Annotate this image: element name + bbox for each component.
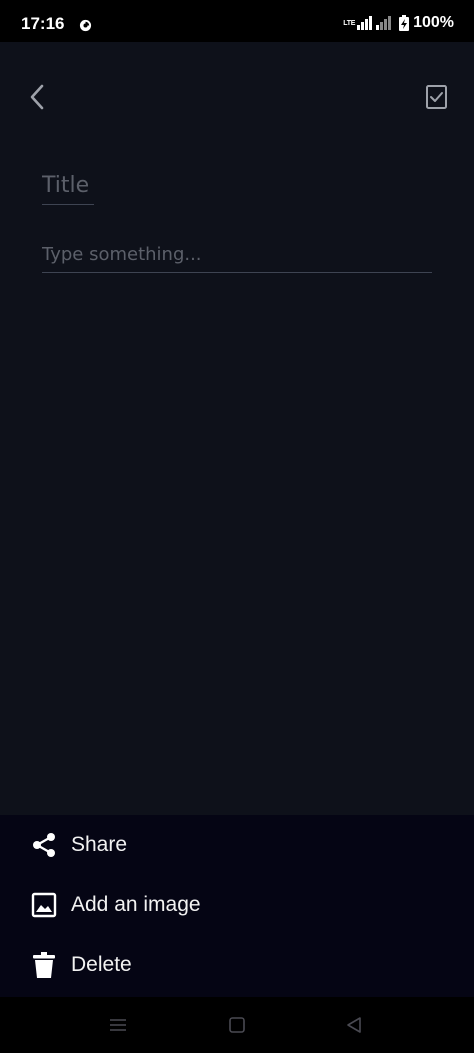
recents-icon [110, 1019, 126, 1031]
system-back-button[interactable] [340, 1011, 368, 1039]
delete-label: Delete [71, 953, 132, 976]
recents-button[interactable] [104, 1011, 132, 1039]
action-sheet: Share Add an image Delete [0, 815, 474, 997]
add-image-button[interactable]: Add an image [0, 876, 474, 934]
battery-charging-icon [399, 15, 410, 31]
share-label: Share [71, 833, 128, 856]
system-nav-bar [0, 997, 474, 1053]
status-bar: 17:16 LTE 100% [0, 0, 474, 42]
network-type: LTE [343, 19, 356, 27]
back-button[interactable] [22, 80, 52, 114]
share-button[interactable]: Share [0, 816, 474, 874]
signal-weak-icon [376, 16, 392, 30]
note-body-input[interactable] [42, 236, 432, 273]
battery-percent: 100% [413, 14, 454, 31]
share-icon [30, 831, 58, 859]
add-image-label: Add an image [71, 893, 201, 916]
home-button[interactable] [223, 1011, 251, 1039]
checkbox-check-icon [426, 85, 447, 109]
title-input[interactable] [42, 166, 94, 205]
toolbar [0, 42, 474, 132]
back-icon [347, 1017, 361, 1033]
image-icon [30, 891, 58, 919]
done-button[interactable] [421, 80, 453, 114]
status-indicators: LTE 100% [343, 14, 454, 32]
trash-icon [30, 951, 58, 979]
home-icon [229, 1017, 245, 1033]
data-saver-icon [79, 19, 92, 32]
delete-button[interactable]: Delete [0, 936, 474, 994]
status-time: 17:16 [21, 14, 65, 33]
chevron-left-icon [30, 84, 44, 110]
signal-icon [357, 16, 373, 30]
